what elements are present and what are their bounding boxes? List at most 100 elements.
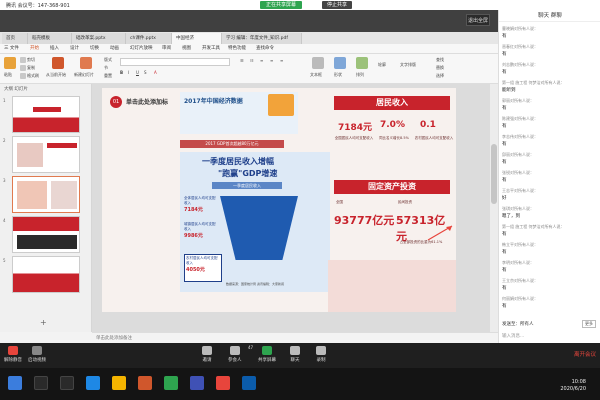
italic-icon[interactable]: I <box>128 70 129 75</box>
copy-button[interactable]: 复制 <box>20 65 35 71</box>
bold-icon[interactable]: B <box>120 70 123 75</box>
menu-features[interactable]: 特色功能 <box>228 45 246 51</box>
income-label-3: 农村居民人均可支配收入 <box>414 136 454 140</box>
slide-thumbnail[interactable] <box>12 136 80 173</box>
zoom-button-6[interactable]: 录制 <box>316 346 326 363</box>
zoom-button-3[interactable]: 参会人 <box>228 346 242 363</box>
from-current-button[interactable]: 从当前开始 <box>46 72 66 78</box>
arrange-button[interactable]: 排列 <box>356 72 364 78</box>
menu-insert[interactable]: 插入 <box>50 45 59 51</box>
menu-transition[interactable]: 切换 <box>90 45 99 51</box>
replace-button[interactable]: 替换 <box>436 65 444 71</box>
font-name-select[interactable] <box>120 58 230 66</box>
text-tools-button[interactable]: 文字排版 <box>400 62 416 68</box>
zoom-button-4[interactable]: 共享屏幕 <box>258 346 276 363</box>
outline-button[interactable]: 轮廓 <box>378 62 386 68</box>
select-button[interactable]: 选择 <box>436 73 444 79</box>
text-box-icon[interactable] <box>312 57 324 69</box>
chat-text: 有 <box>502 124 507 129</box>
menu-slideshow[interactable]: 幻灯片放映 <box>130 45 153 51</box>
start-icon[interactable] <box>8 376 22 390</box>
bullet-list-icon[interactable]: ☰ <box>240 58 244 63</box>
chat-message: 韩立平对所有人说： 有 <box>502 242 538 255</box>
tab-templates[interactable]: 稻壳模板 <box>28 33 72 44</box>
menu-animation[interactable]: 动画 <box>110 45 119 51</box>
task-view-icon[interactable] <box>60 376 74 390</box>
play-icon[interactable] <box>52 57 64 69</box>
app-icon[interactable] <box>216 376 230 390</box>
tab-doc-pdf[interactable]: 学习 编辑：年度文件_知识.pdf <box>222 33 302 44</box>
menu-review[interactable]: 审阅 <box>162 45 171 51</box>
tab-home[interactable]: 首页 <box>2 33 28 44</box>
paste-button[interactable]: 粘贴 <box>4 72 12 78</box>
menu-developer[interactable]: 开发工具 <box>202 45 220 51</box>
menu-file[interactable]: 三 文件 <box>4 45 19 51</box>
zoom-button-0[interactable]: 解除静音 <box>4 346 22 363</box>
tab-doc-2[interactable]: ch课件.pptx <box>126 33 172 44</box>
slide-thumbnail[interactable] <box>12 96 80 133</box>
add-slide-icon[interactable]: + <box>40 318 47 327</box>
find-button[interactable]: 查找 <box>436 57 444 63</box>
strike-icon[interactable]: S <box>144 70 147 75</box>
section-button[interactable]: 节 <box>104 65 108 71</box>
menu-bar: 三 文件 开始 插入 设计 切换 动画 幻灯片放映 审阅 视图 开发工具 特色功… <box>0 44 498 54</box>
chat-text: 有 <box>502 250 507 255</box>
font-color-icon[interactable]: A <box>154 70 157 75</box>
chat-input[interactable]: 输入消息... <box>502 333 524 339</box>
align-center-icon[interactable]: ≡ <box>270 58 273 63</box>
cut-button[interactable]: 剪切 <box>20 57 35 63</box>
stop-share-button[interactable]: 停止共享 <box>322 1 353 9</box>
wps-icon[interactable] <box>138 376 152 390</box>
format-painter-button[interactable]: 格式刷 <box>20 73 39 79</box>
meeting-app-icon[interactable] <box>190 376 204 390</box>
arrange-icon[interactable] <box>356 57 368 69</box>
panel-tabs[interactable]: 大纲 幻灯片 <box>0 84 92 93</box>
end-meeting-button[interactable]: 离开会议 <box>574 350 596 358</box>
align-left-icon[interactable]: ≡ <box>260 58 263 63</box>
system-clock[interactable]: 10:08 2020/6/20 <box>560 379 586 393</box>
number-list-icon[interactable]: ☷ <box>250 58 254 63</box>
economy-card: 2017年中国经济数据 <box>180 92 298 134</box>
sharing-indicator[interactable]: 正在共享屏幕 <box>260 1 303 9</box>
menu-design[interactable]: 设计 <box>70 45 79 51</box>
folder-icon[interactable] <box>112 376 126 390</box>
reset-button[interactable]: 重置 <box>104 73 112 79</box>
paste-icon[interactable] <box>4 57 16 69</box>
browser-icon[interactable] <box>86 376 100 390</box>
notes-area[interactable]: 单击此处添加备注 <box>92 332 498 343</box>
exit-fullscreen-button[interactable]: 退出全屏 <box>466 14 490 26</box>
menu-home[interactable]: 开始 <box>30 45 39 51</box>
zoom-button-5[interactable]: 聊天 <box>290 346 300 363</box>
send-to-select[interactable]: 发送至：所有人 <box>502 321 534 327</box>
slide-thumbnail[interactable] <box>12 256 80 293</box>
new-slide-icon[interactable] <box>80 57 92 69</box>
click-to-add-title[interactable]: 单击此处添加标 <box>126 97 168 106</box>
scrollbar-thumb[interactable] <box>491 144 497 204</box>
brush-icon <box>20 73 26 79</box>
zoom-button-1[interactable]: 启动视频 <box>28 346 46 363</box>
shape-button[interactable]: 形状 <box>334 72 342 78</box>
align-right-icon[interactable]: ≡ <box>280 58 283 63</box>
menu-view[interactable]: 视图 <box>182 45 191 51</box>
layout-button[interactable]: 版式 <box>104 57 112 63</box>
underline-icon[interactable]: U <box>136 70 139 75</box>
search-icon[interactable] <box>34 376 48 390</box>
slide-thumbnail[interactable] <box>12 216 80 253</box>
shape-icon[interactable] <box>334 57 346 69</box>
tab-doc-active[interactable]: 中国经济 <box>172 33 222 44</box>
chat-more-button[interactable]: 更多 <box>582 320 596 328</box>
slide-thumbnail-panel: 大纲 幻灯片 1 2 3 4 5 + <box>0 84 92 332</box>
qq-icon[interactable] <box>242 376 256 390</box>
tab-doc-1[interactable]: 础改革案.pptx <box>72 33 126 44</box>
slide-canvas[interactable]: 01 单击此处添加标 2017年中国经济数据 2017 GDP首次超越80万亿元… <box>92 84 490 332</box>
wechat-icon[interactable] <box>164 376 178 390</box>
vertical-scrollbar[interactable] <box>490 84 498 332</box>
menu-search[interactable]: 查找命令 <box>256 45 274 51</box>
text-box-button[interactable]: 文本框 <box>310 72 322 78</box>
zoom-button-2[interactable]: 邀请 <box>202 346 212 363</box>
current-slide[interactable]: 01 单击此处添加标 2017年中国经济数据 2017 GDP首次超越80万亿元… <box>102 88 456 312</box>
new-slide-button[interactable]: 新建幻灯片 <box>74 72 94 78</box>
chat-message: 何丽娟对所有人说： 有 <box>502 296 538 309</box>
chat-text: 有 <box>502 70 507 75</box>
slide-thumbnail-selected[interactable] <box>12 176 80 213</box>
